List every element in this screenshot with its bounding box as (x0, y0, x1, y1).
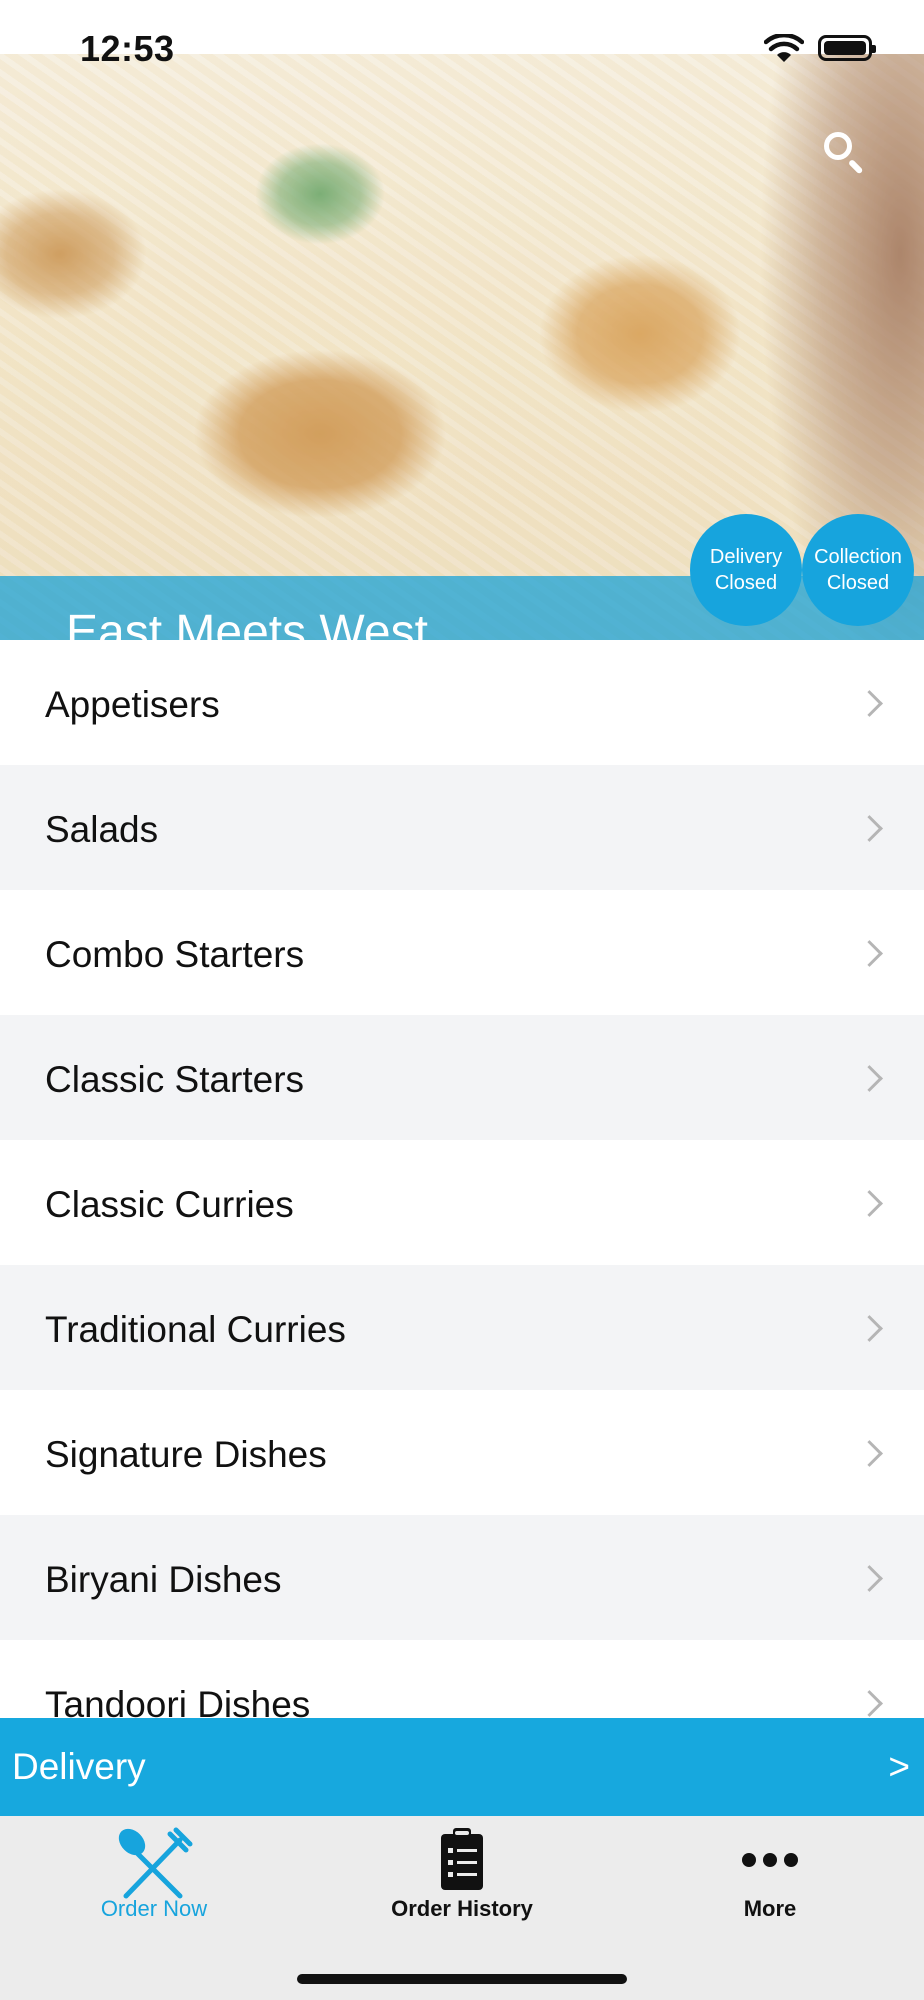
delivery-status-badge: Delivery Closed (690, 514, 802, 626)
tab-order-now[interactable]: Order Now (0, 1816, 308, 1936)
category-item-appetisers[interactable]: Appetisers (0, 640, 924, 765)
tab-bar: Order Now Order History More (0, 1816, 924, 2000)
restaurant-name: East Meets West (66, 606, 428, 640)
tab-more[interactable]: More (616, 1816, 924, 1936)
chevron-right-icon (856, 1565, 883, 1592)
hero-banner: East Meets West Delivery Closed Collecti… (0, 54, 924, 640)
wifi-icon (764, 34, 804, 62)
delivery-mode-label: Delivery (12, 1746, 146, 1787)
chevron-right-icon (856, 1440, 883, 1467)
category-item-traditional-curries[interactable]: Traditional Curries (0, 1265, 924, 1390)
category-label: Classic Curries (45, 1184, 294, 1225)
more-dots-icon (742, 1853, 798, 1867)
category-label: Salads (45, 809, 159, 850)
collection-status-line2: Closed (826, 572, 890, 594)
delivery-arrow-icon: > (888, 1746, 910, 1787)
battery-icon (818, 35, 876, 61)
tab-label: Order Now (100, 1896, 208, 1921)
tab-order-history[interactable]: Order History (308, 1816, 616, 1936)
chevron-right-icon (856, 1315, 883, 1342)
category-item-signature-dishes[interactable]: Signature Dishes (0, 1390, 924, 1515)
collection-status-line1: Collection (814, 546, 902, 568)
status-time: 12:53 (80, 28, 175, 69)
category-item-classic-curries[interactable]: Classic Curries (0, 1140, 924, 1265)
chevron-right-icon (856, 940, 883, 967)
category-item-salads[interactable]: Salads (0, 765, 924, 890)
chevron-right-icon (856, 690, 883, 717)
search-button[interactable] (818, 126, 874, 182)
fork-knife-icon (118, 1827, 193, 1899)
delivery-mode-bar[interactable]: Delivery > (0, 1718, 924, 1816)
delivery-status-line1: Delivery (709, 546, 783, 568)
chevron-right-icon (856, 1190, 883, 1217)
category-label: Biryani Dishes (45, 1559, 282, 1600)
clipboard-list-icon (441, 1828, 483, 1890)
status-bar: 12:53 (0, 0, 924, 69)
tab-label: Order History (391, 1896, 533, 1921)
category-list: Appetisers Salads Combo Starters Classic… (0, 640, 924, 1718)
chevron-right-icon (856, 1690, 883, 1717)
delivery-status-line2: Closed (714, 572, 778, 594)
category-item-classic-starters[interactable]: Classic Starters (0, 1015, 924, 1140)
chevron-right-icon (856, 1065, 883, 1092)
category-label: Signature Dishes (45, 1434, 327, 1475)
chevron-right-icon (856, 815, 883, 842)
category-item-tandoori-dishes[interactable]: Tandoori Dishes (0, 1640, 924, 1718)
tab-label: More (743, 1896, 797, 1921)
category-label: Classic Starters (45, 1059, 305, 1100)
category-label: Traditional Curries (45, 1309, 346, 1350)
collection-status-badge: Collection Closed (802, 514, 914, 626)
category-item-combo-starters[interactable]: Combo Starters (0, 890, 924, 1015)
category-label: Tandoori Dishes (45, 1684, 311, 1718)
category-label: Appetisers (45, 684, 220, 725)
home-indicator (297, 1974, 627, 1984)
category-item-biryani-dishes[interactable]: Biryani Dishes (0, 1515, 924, 1640)
category-label: Combo Starters (45, 934, 305, 975)
